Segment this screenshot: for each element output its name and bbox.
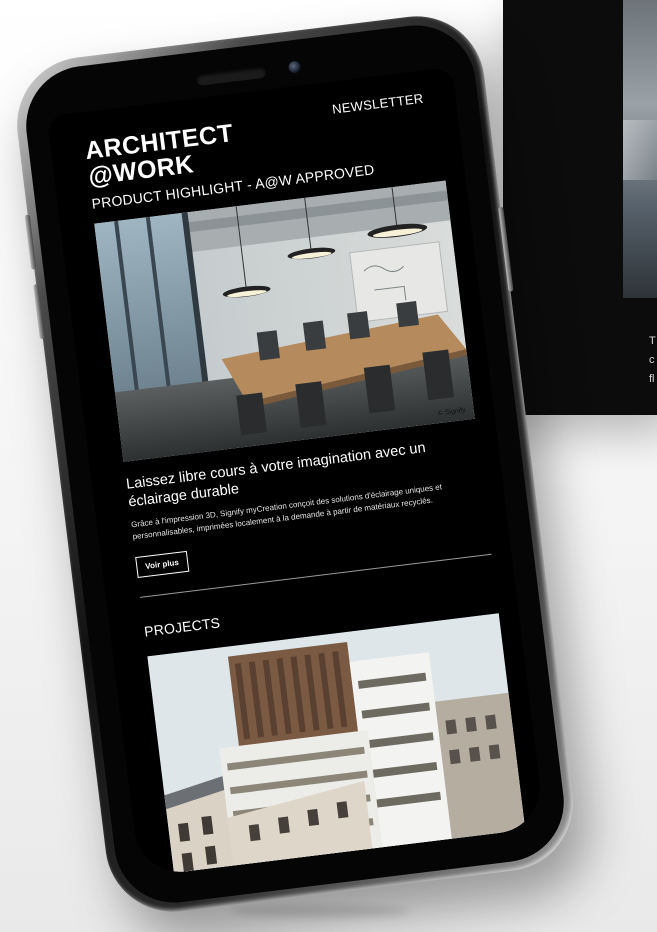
newsletter-link[interactable]: NEWSLETTER [331, 91, 424, 117]
office-photo-illustration [94, 180, 475, 462]
projects-title: PROJECTS [143, 614, 221, 640]
phone-shadow [230, 905, 410, 917]
section-divider [140, 553, 492, 598]
product-highlight-image[interactable]: © Signify [94, 180, 475, 462]
brand-logo[interactable]: ARCHITECT @WORK [84, 119, 238, 191]
background-photo [623, 0, 657, 298]
project-image[interactable] [147, 613, 527, 877]
phone-mockup: ARCHITECT @WORK NEWSLETTER PRODUCT HIGHL… [9, 8, 581, 920]
page-stage: T c fl ARCHITECT @WORK NEWSLETTER PRODUC… [0, 0, 657, 932]
phone-screen: ARCHITECT @WORK NEWSLETTER PRODUCT HIGHL… [46, 66, 546, 877]
speaker-grille-icon [195, 65, 267, 87]
front-camera-icon [287, 60, 302, 74]
background-email-panel: T c fl [503, 0, 657, 415]
background-text-fragment: T c fl [649, 335, 656, 385]
building-photo-illustration [147, 613, 527, 877]
voir-plus-button[interactable]: Voir plus [135, 550, 189, 579]
